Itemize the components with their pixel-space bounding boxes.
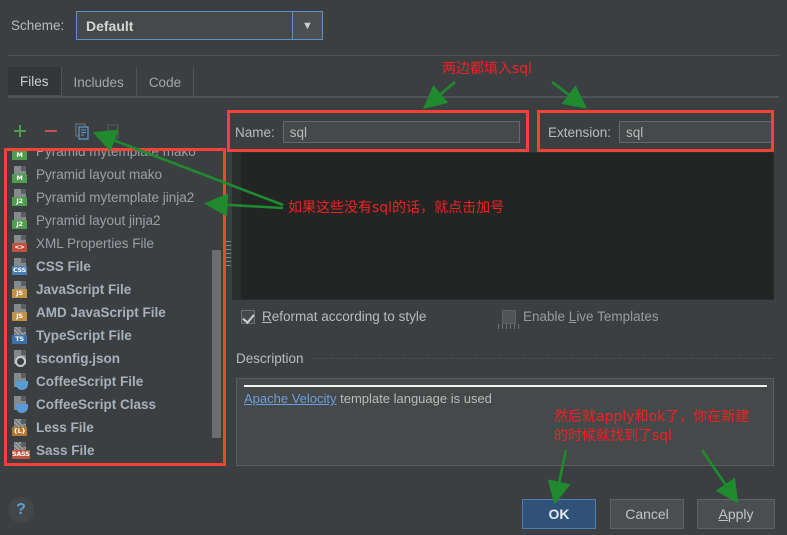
list-item-label: Pyramid mytemplate mako <box>36 148 196 159</box>
description-header: Description <box>236 350 774 366</box>
ok-button[interactable]: OK <box>522 499 596 529</box>
name-input[interactable]: sql <box>282 121 520 143</box>
extension-label: Extension: <box>548 124 612 140</box>
list-item[interactable]: TS TypeScript File <box>6 324 226 347</box>
file-type-icon: CSS <box>12 258 29 275</box>
file-type-icon: M <box>12 148 29 160</box>
scheme-selected-value: Default <box>86 17 134 34</box>
template-list-scrollbar[interactable] <box>211 148 222 466</box>
template-text-editor[interactable] <box>232 152 774 300</box>
section-separator <box>311 357 774 359</box>
list-item[interactable]: <> XML Properties File <box>6 232 226 255</box>
options-row: Reformat according to style Enable Live … <box>241 306 761 330</box>
list-item-label: AMD JavaScript File <box>36 305 166 320</box>
description-text: Apache Velocity template language is use… <box>244 391 492 406</box>
file-type-icon: JS <box>12 304 29 321</box>
chevron-down-icon[interactable]: ▼ <box>292 12 322 39</box>
help-button[interactable]: ? <box>8 497 34 523</box>
checkmark-icon <box>241 309 255 324</box>
list-item-label: CoffeeScript File <box>36 374 144 389</box>
file-type-icon: J2 <box>12 212 29 229</box>
list-item[interactable] <box>6 462 226 466</box>
extension-field-group: Extension: sql <box>548 117 773 147</box>
cancel-button[interactable]: Cancel <box>610 499 684 529</box>
file-type-icon <box>12 396 29 413</box>
list-item[interactable]: J2 Pyramid layout jinja2 <box>6 209 226 232</box>
file-type-icon: SASS <box>12 442 30 459</box>
tab-underline <box>8 96 779 98</box>
list-item[interactable]: CoffeeScript File <box>6 370 226 393</box>
list-item-label: CSS File <box>36 259 91 274</box>
reformat-checkbox[interactable]: Reformat according to style <box>241 309 426 324</box>
minus-icon <box>45 130 57 132</box>
selection-highlight <box>244 385 767 387</box>
scrollbar-thumb[interactable] <box>212 250 221 438</box>
file-type-icon: TS <box>12 327 29 344</box>
list-item-label: Pyramid mytemplate jinja2 <box>36 190 195 205</box>
reformat-checkbox-label: Reformat according to style <box>262 309 427 324</box>
list-item[interactable]: M Pyramid mytemplate mako <box>6 148 226 163</box>
list-item[interactable]: SASS Sass File <box>6 439 226 462</box>
description-panel: Apache Velocity template language is use… <box>236 378 774 466</box>
file-type-icon: M <box>12 166 29 183</box>
remove-template-button[interactable] <box>37 118 65 144</box>
template-list-items: M Pyramid mytemplate mako M Pyramid layout … <box>6 148 226 466</box>
tab-bar: Files Includes Code <box>8 67 195 97</box>
file-type-icon: {L} <box>12 419 29 436</box>
scheme-dropdown[interactable]: Default ▼ <box>76 11 323 40</box>
file-type-icon <box>12 465 29 466</box>
copy-icon <box>74 122 89 140</box>
list-item-label: Sass File <box>36 443 95 458</box>
list-item-label: Less File <box>36 420 94 435</box>
scheme-row: Scheme: Default ▼ <box>0 0 787 52</box>
list-item[interactable]: {L} Less File <box>6 416 226 439</box>
list-item[interactable]: J2 Pyramid mytemplate jinja2 <box>6 186 226 209</box>
list-item-label: TypeScript File <box>36 328 132 343</box>
apply-button[interactable]: Apply <box>697 499 775 529</box>
list-item[interactable]: CSS CSS File <box>6 255 226 278</box>
list-item[interactable]: JS AMD JavaScript File <box>6 301 226 324</box>
empty-checkbox-icon <box>502 309 516 324</box>
scheme-label: Scheme: <box>11 18 65 33</box>
file-type-icon: <> <box>12 235 29 252</box>
file-type-icon: JS <box>12 281 29 298</box>
list-item-label: XML Properties File <box>36 236 155 251</box>
save-as-icon <box>106 123 119 139</box>
extension-input[interactable]: sql <box>619 121 773 143</box>
list-item[interactable]: tsconfig.json <box>6 347 226 370</box>
name-label: Name: <box>235 124 275 140</box>
list-item-label: Pyramid layout mako <box>36 167 163 182</box>
name-field-group: Name: sql <box>235 117 520 147</box>
file-type-icon: J2 <box>12 189 29 206</box>
list-item-label: CoffeeScript Class <box>36 397 157 412</box>
template-list-toolbar <box>6 116 226 146</box>
tab-includes[interactable]: Includes <box>61 67 137 97</box>
divider <box>8 55 779 56</box>
file-type-icon <box>12 373 29 390</box>
list-item[interactable]: JS JavaScript File <box>6 278 226 301</box>
tab-files[interactable]: Files <box>8 67 62 97</box>
list-item-label: JavaScript File <box>36 282 132 297</box>
annotation-top: 两边都填入sql <box>442 61 533 77</box>
apache-velocity-link[interactable]: Apache Velocity <box>244 391 337 406</box>
template-list[interactable]: M Pyramid mytemplate mako M Pyramid layout … <box>6 148 226 466</box>
plus-icon <box>14 125 26 137</box>
list-item-label: Pyramid layout jinja2 <box>36 213 161 228</box>
editor-gutter <box>233 153 241 299</box>
vertical-splitter-handle[interactable] <box>226 240 231 266</box>
live-templates-checkbox[interactable]: Enable Live Templates <box>502 309 659 324</box>
description-title: Description <box>236 350 304 366</box>
export-template-button <box>99 118 127 144</box>
list-item[interactable]: CoffeeScript Class <box>6 393 226 416</box>
add-template-button[interactable] <box>6 118 34 144</box>
arrow-to-name-field <box>423 81 456 110</box>
list-item-label: tsconfig.json <box>36 351 120 366</box>
arrow-to-extension-field <box>551 80 588 109</box>
list-item[interactable]: M Pyramid layout mako <box>6 163 226 186</box>
description-body: template language is used <box>336 391 492 406</box>
live-templates-checkbox-label: Enable Live Templates <box>523 309 659 324</box>
file-type-icon <box>12 350 29 367</box>
tab-code[interactable]: Code <box>136 67 195 97</box>
copy-template-button[interactable] <box>68 118 96 144</box>
